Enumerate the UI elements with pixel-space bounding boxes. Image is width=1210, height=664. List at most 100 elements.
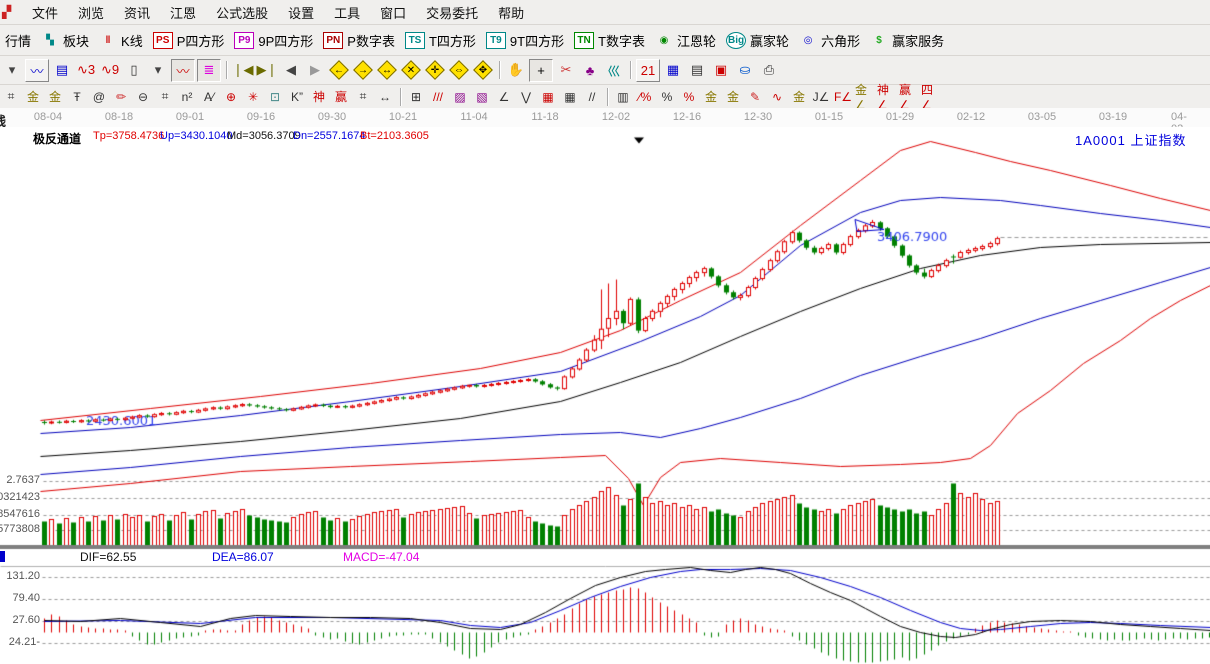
f-angle-icon[interactable]: F∠: [833, 88, 853, 106]
pct-line-icon[interactable]: %: [679, 88, 699, 106]
four-angle-icon[interactable]: 四∠: [921, 88, 941, 106]
mode-winner-wheel[interactable]: Big赢家轮: [726, 31, 789, 50]
diamond-center-icon[interactable]: ✥: [472, 60, 494, 81]
seven-pct-icon[interactable]: ⁄%: [635, 88, 655, 106]
n2-icon[interactable]: n²: [177, 88, 197, 106]
diamond-fit-icon[interactable]: ⇔: [448, 60, 470, 81]
notes-icon[interactable]: ▤: [51, 60, 73, 81]
boxed-star-icon[interactable]: ⊡: [265, 88, 285, 106]
zigzag-red-icon[interactable]: 〰: [171, 59, 195, 82]
boxed-fan-icon[interactable]: ▨: [450, 88, 470, 106]
crosshair-icon[interactable]: +: [529, 59, 553, 82]
gold-angle0-icon[interactable]: 金: [789, 88, 809, 106]
circle-ruler-icon[interactable]: ⊖: [133, 88, 153, 106]
candle-caret-icon[interactable]: ▾: [147, 60, 169, 81]
gann-tool-icon[interactable]: ♣: [579, 60, 601, 81]
diamond-collapse-icon[interactable]: ✕: [400, 60, 422, 81]
calculator-icon[interactable]: ▦: [662, 60, 684, 81]
mode-t-square[interactable]: TST四方形: [405, 31, 476, 50]
dropdown-caret-icon[interactable]: ▾: [1, 60, 23, 81]
j-angle-icon[interactable]: J∠: [811, 88, 831, 106]
a-line-icon[interactable]: A⁄: [199, 88, 219, 106]
mode-hexagon[interactable]: ◎六角形: [799, 31, 860, 50]
diamond-hflip-icon[interactable]: ↔: [376, 60, 398, 81]
menu-item-8[interactable]: 交易委托: [416, 4, 488, 23]
wave-a-icon[interactable]: ∿: [767, 88, 787, 106]
diamond-expand-icon[interactable]: ✛: [424, 60, 446, 81]
date-label-12-30: 12-30: [744, 111, 772, 123]
menu-item-1[interactable]: 浏览: [68, 4, 114, 23]
gold-angle-icon[interactable]: 金∠: [855, 88, 875, 106]
gold-line-icon[interactable]: 金: [723, 88, 743, 106]
mode-p-square[interactable]: PSP四方形: [153, 31, 225, 50]
mode-p-table[interactable]: PNP数字表: [323, 31, 395, 50]
go-last-icon[interactable]: ▶❘: [256, 60, 278, 81]
comb-123-icon[interactable]: ⌗: [353, 88, 373, 106]
menu-item-2[interactable]: 资讯: [114, 4, 160, 23]
width-arrow-icon[interactable]: ↔: [375, 88, 395, 106]
spiral-icon[interactable]: @: [89, 88, 109, 106]
menu-item-5[interactable]: 设置: [278, 4, 324, 23]
red-grid-icon[interactable]: ▦: [538, 88, 558, 106]
menu-item-9[interactable]: 帮助: [488, 4, 534, 23]
mode-winner-service[interactable]: $赢家服务: [870, 31, 944, 50]
gold-circle-icon[interactable]: 金: [701, 88, 721, 106]
fan-lines-icon[interactable]: ///: [428, 88, 448, 106]
mode-kline[interactable]: ‖K线: [99, 31, 143, 50]
pan-hand-icon[interactable]: ✋: [505, 60, 527, 81]
menu-item-7[interactable]: 窗口: [370, 4, 416, 23]
grid-arrow-icon[interactable]: ▦: [560, 88, 580, 106]
shen-tool-icon[interactable]: 神: [309, 88, 329, 106]
diamond-left-icon[interactable]: ←: [328, 60, 350, 81]
price-chart-canvas[interactable]: [0, 127, 1210, 664]
menu-item-6[interactable]: 工具: [324, 4, 370, 23]
gann-box-icon[interactable]: ⊞: [406, 88, 426, 106]
macd-axis-label: 131.20: [0, 570, 40, 582]
mode-gann-wheel[interactable]: ◉江恩轮: [655, 31, 716, 50]
parallel-lines-icon[interactable]: //: [582, 88, 602, 106]
calendar-icon[interactable]: 21: [636, 59, 660, 82]
gold-comb-1-icon[interactable]: 金: [23, 88, 43, 106]
win-tool-icon[interactable]: 赢: [331, 88, 351, 106]
report-icon[interactable]: ▤: [686, 60, 708, 81]
brush-icon[interactable]: ✎: [745, 88, 765, 106]
save-icon[interactable]: ▣: [710, 60, 732, 81]
mode-t-table[interactable]: TNT数字表: [574, 31, 645, 50]
compass-icon[interactable]: ⊕: [221, 88, 241, 106]
menu-item-3[interactable]: 江恩: [160, 4, 206, 23]
v-wave-icon[interactable]: ⋁: [516, 88, 536, 106]
star-icon[interactable]: ✳: [243, 88, 263, 106]
menu-item-4[interactable]: 公式选股: [206, 4, 278, 23]
trendline-blue-icon[interactable]: 〰: [25, 59, 49, 82]
mode-9p-square[interactable]: P99P四方形: [234, 31, 313, 50]
candle-tool-icon[interactable]: ▯: [123, 60, 145, 81]
win-angle-icon[interactable]: 赢∠: [899, 88, 919, 106]
pattern-tool-icon[interactable]: 巛: [603, 60, 625, 81]
angle-lines-icon[interactable]: ∠: [494, 88, 514, 106]
histogram-icon[interactable]: ≣: [197, 59, 221, 82]
pct-icon[interactable]: %: [657, 88, 677, 106]
mode-9t-square[interactable]: T99T四方形: [486, 31, 564, 50]
comb-icon[interactable]: ⌗: [155, 88, 175, 106]
wave-3-icon[interactable]: ∿3: [75, 60, 97, 81]
k-quote-icon[interactable]: K”: [287, 88, 307, 106]
mode-sectors[interactable]: ▚板块: [41, 31, 89, 50]
boxed-fan2-icon[interactable]: ▧: [472, 88, 492, 106]
network-icon[interactable]: ⛀: [734, 60, 756, 81]
diamond-right-icon[interactable]: →: [352, 60, 374, 81]
step-forward-icon[interactable]: ▶: [304, 60, 326, 81]
pencil-icon[interactable]: ✏: [111, 88, 131, 106]
wave-9-icon[interactable]: ∿9: [99, 60, 121, 81]
measure-icon[interactable]: ✂: [555, 60, 577, 81]
ruler-comb-icon[interactable]: ⌗: [1, 88, 21, 106]
go-first-icon[interactable]: ❘◀: [232, 60, 254, 81]
step-back-icon[interactable]: ◀: [280, 60, 302, 81]
gold-comb-2-icon[interactable]: 金: [45, 88, 65, 106]
printer-icon[interactable]: ⎙: [758, 60, 780, 81]
f-ruler-icon[interactable]: Ŧ: [67, 88, 87, 106]
mode-quotes[interactable]: 行情: [5, 31, 31, 50]
shen-angle-icon[interactable]: 神∠: [877, 88, 897, 106]
scale-chart-icon[interactable]: ▥: [613, 88, 633, 106]
menu-item-0[interactable]: 文件: [22, 4, 68, 23]
date-label-12-16: 12-16: [673, 111, 701, 123]
